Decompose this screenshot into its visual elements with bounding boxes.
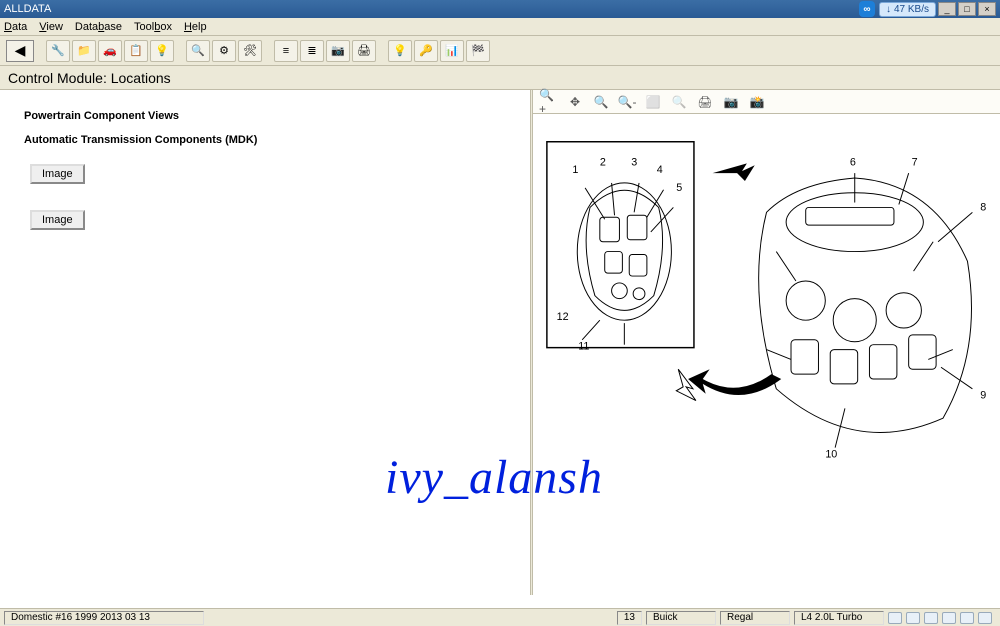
tool-icon-6[interactable]: 🔍 [186, 40, 210, 62]
zoom-out-icon[interactable]: 🔍- [617, 93, 637, 111]
tool-icon-5[interactable]: 💡 [150, 40, 174, 62]
arrow-curved-icon [688, 369, 781, 395]
status-tray [888, 612, 996, 624]
pan-icon[interactable]: ✥ [565, 93, 585, 111]
heading-transmission: Automatic Transmission Components (MDK) [24, 134, 518, 146]
down-arrow-icon: ↓ [886, 4, 891, 15]
callout-11: 11 [578, 341, 589, 353]
tool-icon-7[interactable]: ⚙ [212, 40, 236, 62]
image-button-2[interactable]: Image [30, 210, 85, 230]
tray-icon-2[interactable] [906, 612, 920, 624]
camera-icon[interactable]: 📷 [721, 93, 741, 111]
close-button[interactable]: × [978, 2, 996, 16]
callout-7: 7 [912, 156, 918, 168]
status-bar: Domestic #16 1999 2013 03 13 13 Buick Re… [0, 608, 1000, 626]
status-year: 13 [617, 611, 642, 625]
tool-icon-16[interactable]: 🏁 [466, 40, 490, 62]
diagram-viewport[interactable]: 1 2 3 4 5 11 12 [533, 114, 1000, 595]
content-area: Powertrain Component Views Automatic Tra… [0, 90, 1000, 595]
minimize-button[interactable]: _ [938, 2, 956, 16]
callout-5: 5 [676, 182, 682, 194]
maximize-button[interactable]: □ [958, 2, 976, 16]
menu-bar: Data View Database Toolbox Help [0, 18, 1000, 36]
arrow-right-icon [713, 163, 755, 181]
menu-data[interactable]: Data [4, 21, 27, 33]
print-icon[interactable]: 🖨 [352, 40, 376, 62]
callout-6: 6 [850, 156, 856, 168]
tray-icon-3[interactable] [924, 612, 938, 624]
network-icon: ∞ [859, 1, 875, 17]
speed-indicator-area: ∞ ↓ 47 KB/s [859, 1, 936, 17]
callout-12: 12 [557, 311, 569, 323]
menu-database[interactable]: Database [75, 21, 122, 33]
watermark-text: ivy_alansh [385, 450, 603, 505]
menu-help[interactable]: Help [184, 21, 207, 33]
callout-4: 4 [657, 164, 663, 176]
breadcrumb-text: Control Module: Locations [8, 70, 171, 86]
tool-icon-2[interactable]: 📁 [72, 40, 96, 62]
callout-9: 9 [980, 390, 986, 402]
tool-icon-4[interactable]: 📋 [124, 40, 148, 62]
right-pane: 🔍+ ✥ 🔍 🔍- ⬜ 🔍 🖨 📷 📸 [533, 90, 1000, 595]
zoom-reset-icon[interactable]: 🔍 [669, 93, 689, 111]
image-toolbar: 🔍+ ✥ 🔍 🔍- ⬜ 🔍 🖨 📷 📸 [533, 90, 1000, 114]
title-bar: ALLDATA _ □ × [0, 0, 1000, 18]
tool-icon-11[interactable]: 📷 [326, 40, 350, 62]
zoom-tool-icon[interactable]: 🔍 [591, 93, 611, 111]
tool-icon-3[interactable]: 🚗 [98, 40, 122, 62]
callout-8: 8 [980, 201, 986, 213]
tool-icon-9[interactable]: ≡ [274, 40, 298, 62]
callout-1: 1 [572, 164, 578, 176]
callout-3: 3 [631, 156, 637, 168]
breadcrumb-bar: Control Module: Locations [0, 66, 1000, 90]
status-domestic: Domestic #16 1999 2013 03 13 [4, 611, 204, 625]
tool-icon-8[interactable]: 🛠 [238, 40, 262, 62]
image-button-1[interactable]: Image [30, 164, 85, 184]
speed-label: 47 KB/s [894, 4, 929, 15]
heading-powertrain: Powertrain Component Views [24, 110, 518, 122]
camera2-icon[interactable]: 📸 [747, 93, 767, 111]
menu-toolbox[interactable]: Toolbox [134, 21, 172, 33]
back-button[interactable]: ◀ [6, 40, 34, 62]
callout-10: 10 [825, 448, 837, 460]
print-image-icon[interactable]: 🖨 [695, 93, 715, 111]
tray-icon-5[interactable] [960, 612, 974, 624]
tool-icon-1[interactable]: 🔧 [46, 40, 70, 62]
status-engine: L4 2.0L Turbo [794, 611, 884, 625]
zoom-in-icon[interactable]: 🔍+ [539, 93, 559, 111]
left-pane: Powertrain Component Views Automatic Tra… [0, 90, 530, 595]
arrow-down-icon [676, 369, 696, 400]
status-make: Buick [646, 611, 716, 625]
tool-icon-15[interactable]: 📊 [440, 40, 464, 62]
speed-badge: ↓ 47 KB/s [879, 2, 936, 17]
main-toolbar: ◀ 🔧 📁 🚗 📋 💡 🔍 ⚙ 🛠 ≡ ≣ 📷 🖨 💡 🔑 📊 🏁 [0, 36, 1000, 66]
tray-icon-1[interactable] [888, 612, 902, 624]
tray-icon-6[interactable] [978, 612, 992, 624]
tool-icon-14[interactable]: 🔑 [414, 40, 438, 62]
app-title: ALLDATA [4, 3, 51, 15]
callout-2: 2 [600, 156, 606, 168]
tray-icon-4[interactable] [942, 612, 956, 624]
tool-icon-13[interactable]: 💡 [388, 40, 412, 62]
status-model: Regal [720, 611, 790, 625]
zoom-fit-icon[interactable]: ⬜ [643, 93, 663, 111]
menu-view[interactable]: View [39, 21, 63, 33]
tool-icon-10[interactable]: ≣ [300, 40, 324, 62]
